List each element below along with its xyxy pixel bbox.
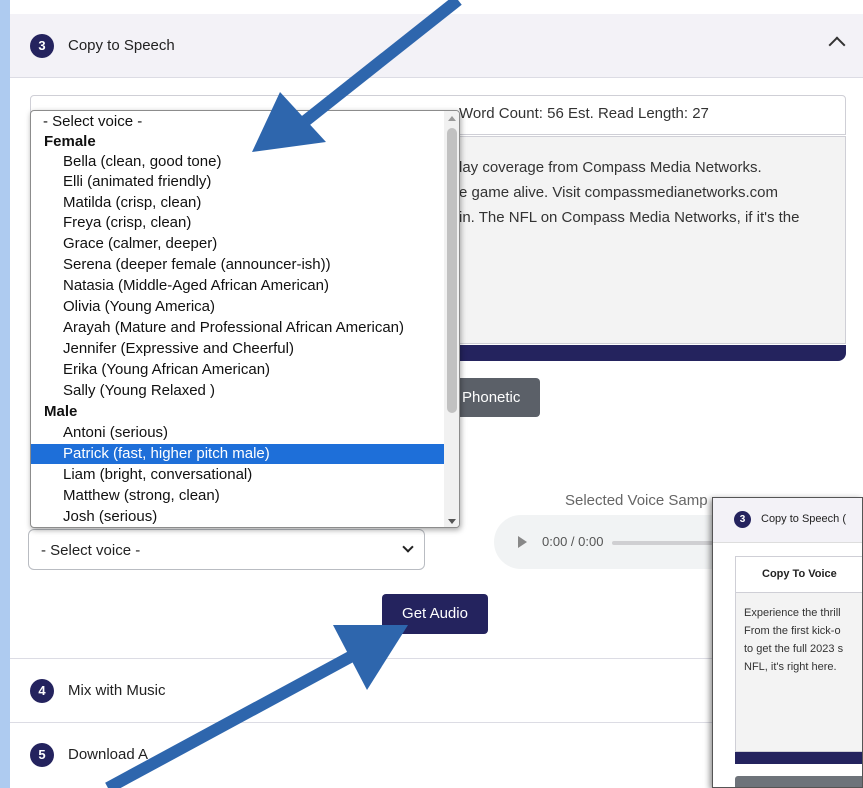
voice-select-value: - Select voice -	[41, 542, 141, 559]
script-line: lay coverage from Compass Media Networks…	[459, 159, 762, 176]
section-3-header[interactable]: 3 Copy to Speech	[10, 14, 863, 78]
dropdown-option[interactable]: Freya (crisp, clean)	[31, 213, 444, 232]
dropdown-option[interactable]: Serena (deeper female (announcer-ish))	[31, 255, 444, 274]
dropdown-option[interactable]: Sally (Young Relaxed )	[31, 381, 444, 400]
inset-text-line: to get the full 2023 s	[744, 643, 844, 655]
dropdown-option[interactable]: Grace (calmer, deeper)	[31, 234, 444, 253]
get-audio-button[interactable]: Get Audio	[382, 594, 488, 634]
dropdown-option[interactable]: Josh (serious)	[31, 507, 444, 526]
dropdown-option[interactable]: Elli (animated friendly)	[31, 172, 444, 191]
section-title: Download A	[68, 746, 149, 763]
step-number-badge: 5	[30, 743, 54, 767]
script-line: in. The NFL on Compass Media Networks, i…	[459, 209, 800, 226]
voice-select[interactable]: - Select voice -	[28, 529, 425, 570]
section-title: Copy to Speech	[68, 37, 175, 54]
dropdown-option[interactable]: Olivia (Young America)	[31, 297, 444, 316]
step-number-badge: 4	[30, 679, 54, 703]
inset-text-line: From the first kick-o	[744, 625, 841, 637]
inset-section-title: Copy to Speech (	[761, 513, 846, 525]
optgroup-female: Female	[44, 133, 96, 150]
dropdown-option[interactable]: Arayah (Mature and Professional African …	[31, 318, 444, 337]
phonetic-button[interactable]: Phonetic	[450, 378, 540, 417]
inset-section-header: 3 Copy to Speech (	[713, 498, 862, 543]
dropdown-option[interactable]: Matthew (strong, clean)	[31, 486, 444, 505]
audio-time: 0:00 / 0:00	[542, 534, 604, 549]
dropdown-option[interactable]: Antoni (serious)	[31, 423, 444, 442]
dropdown-option-placeholder[interactable]: - Select voice -	[31, 112, 444, 131]
dropdown-option[interactable]: Liam (bright, conversational)	[31, 465, 444, 484]
chevron-down-icon	[402, 541, 414, 553]
script-line: e game alive. Visit compassmedianetworks…	[459, 184, 779, 201]
dropdown-option[interactable]: Erika (Young African American)	[31, 360, 444, 379]
inset-screenshot: 3 Copy to Speech ( Copy To Voice Experie…	[712, 497, 863, 788]
inset-step-number: 3	[734, 511, 751, 528]
inset-tab-copy-to-voice: Copy To Voice	[735, 556, 862, 592]
optgroup-male: Male	[44, 403, 78, 420]
inset-script-text: Experience the thrill From the first kic…	[735, 592, 862, 752]
play-icon[interactable]	[518, 536, 527, 548]
scrollbar-thumb[interactable]	[447, 128, 457, 413]
scroll-down-icon[interactable]	[448, 519, 456, 524]
inset-progress-bar	[735, 752, 862, 764]
dropdown-option[interactable]: Natasia (Middle-Aged African American)	[31, 276, 444, 295]
voice-dropdown-list[interactable]: - Select voice - Female Bella (clean, go…	[30, 110, 460, 528]
scroll-up-icon[interactable]	[448, 116, 456, 121]
dropdown-scrollbar[interactable]	[444, 111, 459, 527]
section-title: Mix with Music	[68, 682, 166, 699]
selected-voice-sample-label: Selected Voice Samp	[565, 492, 708, 509]
inset-text-line: Experience the thrill	[744, 607, 841, 619]
chevron-up-icon[interactable]	[828, 36, 846, 54]
dropdown-option[interactable]: Bella (clean, good tone)	[31, 152, 444, 171]
inset-text-line: NFL, it's right here.	[744, 661, 837, 673]
dropdown-option-highlighted[interactable]: Patrick (fast, higher pitch male)	[31, 444, 444, 464]
inset-button	[735, 776, 862, 787]
dropdown-option[interactable]: Matilda (crisp, clean)	[31, 193, 444, 212]
word-count-text: Word Count: 56 Est. Read Length: 27	[459, 105, 709, 122]
inset-tab-label: Copy To Voice	[762, 568, 837, 580]
step-number-badge: 3	[30, 34, 54, 58]
dropdown-option[interactable]: Jennifer (Expressive and Cheerful)	[31, 339, 444, 358]
